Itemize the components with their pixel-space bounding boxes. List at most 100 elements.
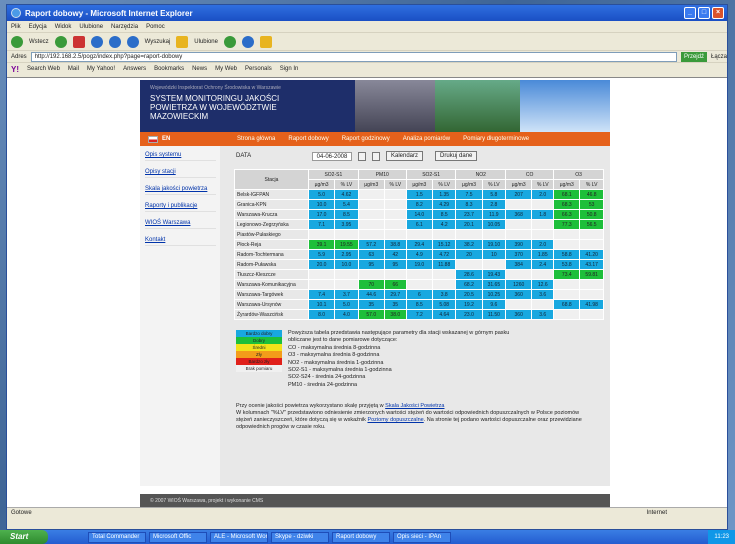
favorites-icon[interactable]	[176, 35, 189, 48]
yahoo-logo[interactable]: Y!	[11, 65, 19, 74]
task-word[interactable]: ALE - Microsoft Word	[210, 531, 268, 543]
value-cell: 63	[357, 249, 385, 260]
date-form: DATA 04-06-2008 Kalendarz Drukuj dane	[236, 149, 604, 163]
back-icon[interactable]	[11, 35, 23, 48]
value-cell: 43.17	[579, 259, 604, 270]
value-cell	[531, 299, 555, 310]
legend-line: NO2 - maksymalna średnia 1-godzinna	[288, 359, 384, 366]
language-link[interactable]: EN	[162, 136, 237, 142]
calendar-button[interactable]: Kalendarz	[386, 151, 424, 161]
station-name: Belsk-IGFPAN	[234, 189, 309, 200]
yahoo-search-web[interactable]: Search Web	[27, 66, 60, 72]
start-button[interactable]: Start	[0, 530, 48, 544]
taskbar: Start Total Commander Microsoft Offic AL…	[0, 530, 735, 544]
task-office[interactable]: Microsoft Offic	[149, 531, 207, 543]
date-next-button[interactable]	[372, 151, 380, 161]
task-opis[interactable]: Opis sieci - IPAn	[393, 531, 451, 543]
home-icon[interactable]	[108, 35, 121, 48]
history-icon[interactable]	[223, 35, 236, 48]
yahoo-personals[interactable]: Personals	[245, 66, 272, 72]
value-cell	[579, 289, 604, 300]
value-cell: 8.0	[307, 309, 336, 320]
task-skype[interactable]: Skype - dziwki	[271, 531, 329, 543]
page-footer: © 2007 WIOŚ Warszawa, projekt i wykonani…	[140, 494, 610, 508]
value-cell: 38.8	[383, 239, 407, 250]
value-cell: 4.72	[431, 249, 457, 260]
sidebar-item-system[interactable]: Opis systemu	[145, 152, 216, 161]
menu-file[interactable]: Plik	[11, 24, 21, 30]
value-cell: 31.65	[481, 279, 507, 290]
status-text: Gotowe	[11, 510, 32, 516]
value-cell	[553, 229, 581, 240]
scale-link[interactable]: Skala Jakości Powietrza	[385, 403, 444, 409]
legend-item: Zły	[236, 351, 282, 358]
nav-home[interactable]: Strona główna	[237, 136, 275, 142]
refresh-icon[interactable]	[90, 35, 103, 48]
value-cell	[383, 269, 407, 280]
yahoo-answers[interactable]: Answers	[123, 66, 146, 72]
yahoo-my-yahoo[interactable]: My Yahoo!	[87, 66, 115, 72]
maximize-button[interactable]: □	[698, 7, 710, 19]
sidebar-item-wios[interactable]: WIOŚ Warszawa	[145, 220, 216, 229]
value-cell: 384	[505, 259, 533, 270]
value-cell: 68.3	[553, 199, 581, 210]
flag-icon[interactable]	[148, 135, 158, 143]
date-input[interactable]: 04-06-2008	[312, 151, 352, 161]
favorites-button[interactable]: Ulubione	[194, 39, 218, 45]
date-prev-button[interactable]	[358, 151, 366, 161]
limits-link[interactable]: Poziomy dopuszczalne	[367, 417, 423, 423]
go-button[interactable]: Przejdź	[680, 51, 707, 62]
value-cell: 20.5	[455, 289, 483, 300]
nav-daily-report[interactable]: Raport dobowy	[288, 136, 328, 142]
back-button[interactable]: Wstecz	[29, 39, 49, 45]
task-total-commander[interactable]: Total Commander	[88, 531, 146, 543]
menu-edit[interactable]: Edycja	[29, 24, 47, 30]
value-cell: 4.0	[334, 309, 359, 320]
yahoo-my-web[interactable]: My Web	[215, 66, 237, 72]
yahoo-mail[interactable]: Mail	[68, 66, 79, 72]
station-name: Warszawa-Komunikacyjna	[234, 279, 309, 290]
sidebar-item-reports[interactable]: Raporty i publikacje	[145, 203, 216, 212]
value-cell	[383, 189, 407, 200]
yahoo-sign-in[interactable]: Sign In	[280, 66, 299, 72]
menu-help[interactable]: Pomoc	[146, 24, 165, 30]
value-cell	[383, 199, 407, 210]
site-banner: Wojewódzki Inspektorat Ochrony Środowisk…	[140, 80, 610, 132]
menu-favorites[interactable]: Ulubione	[79, 24, 103, 30]
close-button[interactable]: ×	[712, 7, 724, 19]
search-button[interactable]: Wyszukaj	[145, 39, 171, 45]
unit-header: µg/m3	[405, 179, 433, 190]
nav-longterm[interactable]: Pomiary długoterminowe	[463, 136, 529, 142]
station-header: Stacja	[234, 169, 309, 190]
value-cell: 19.0	[405, 259, 433, 270]
value-cell: 57.0	[357, 309, 385, 320]
yahoo-news[interactable]: News	[192, 66, 207, 72]
sidebar-item-contact[interactable]: Kontakt	[145, 237, 216, 246]
yahoo-bookmarks[interactable]: Bookmarks	[154, 66, 184, 72]
sidebar-item-scale[interactable]: Skala jakości powietrza	[145, 186, 216, 195]
value-cell: 360	[505, 289, 533, 300]
sidebar-item-stations[interactable]: Opisy stacji	[145, 169, 216, 178]
stop-icon[interactable]	[72, 35, 85, 48]
value-cell: 77.3	[553, 219, 581, 230]
nav-analysis[interactable]: Analiza pomiarów	[403, 136, 450, 142]
links-label[interactable]: Łącza	[711, 54, 727, 60]
menu-view[interactable]: Widok	[55, 24, 72, 30]
value-cell: 73.4	[553, 269, 581, 280]
value-cell	[455, 259, 483, 270]
forward-icon[interactable]	[54, 35, 67, 48]
nav-hourly-report[interactable]: Raport godzinowy	[342, 136, 390, 142]
mail-icon[interactable]	[241, 35, 254, 48]
search-icon[interactable]	[126, 35, 139, 48]
print-icon[interactable]	[259, 35, 272, 48]
menu-tools[interactable]: Narzędzia	[111, 24, 138, 30]
minimize-button[interactable]: _	[684, 7, 696, 19]
station-name: Radom-Tochtermana	[234, 249, 309, 260]
value-cell	[357, 219, 385, 230]
address-input[interactable]: http://192.168.2.5/pogz/index.php?page=r…	[30, 51, 677, 62]
value-cell: 56.5	[579, 219, 604, 230]
print-data-button[interactable]: Drukuj dane	[435, 151, 478, 161]
task-raport[interactable]: Raport dobowy	[332, 531, 390, 543]
value-cell: 8.2	[405, 199, 433, 210]
value-cell: 6	[405, 289, 433, 300]
